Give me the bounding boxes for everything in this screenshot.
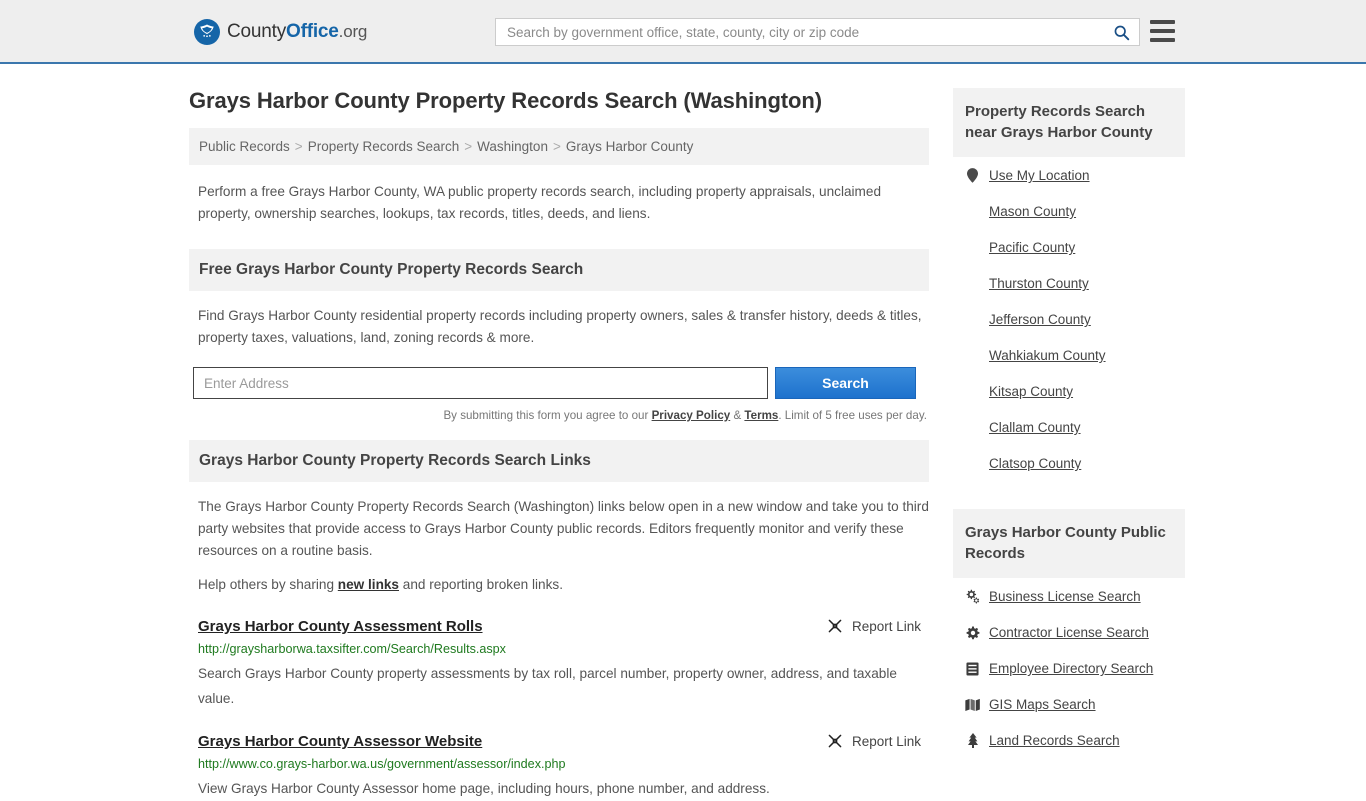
share-suffix: and reporting broken links. xyxy=(399,577,563,592)
record-link-description: Search Grays Harbor County property asse… xyxy=(198,666,897,706)
sidebar-public-records-heading: Grays Harbor County Public Records xyxy=(953,509,1185,578)
sidebar-item-label[interactable]: Pacific County xyxy=(989,240,1075,255)
hamburger-menu-icon[interactable] xyxy=(1150,20,1175,42)
address-search-form: Search xyxy=(193,367,929,399)
legal-suffix: . Limit of 5 free uses per day. xyxy=(778,409,927,422)
sidebar-item-jefferson-county[interactable]: Jefferson County xyxy=(965,301,1185,337)
page-body: Grays Harbor County Property Records Sea… xyxy=(0,64,1366,801)
record-link-description: View Grays Harbor County Assessor home p… xyxy=(198,781,770,796)
global-search-bar[interactable] xyxy=(495,18,1140,46)
sidebar-item-gis-maps-search[interactable]: GIS Maps Search xyxy=(965,686,1185,722)
free-search-description: Find Grays Harbor County residential pro… xyxy=(198,308,922,345)
sidebar-item-label[interactable]: Contractor License Search xyxy=(989,625,1149,640)
sidebar-item-kitsap-county[interactable]: Kitsap County xyxy=(965,373,1185,409)
logo-word-org: .org xyxy=(338,22,368,41)
site-logo-text: CountyOffice.org xyxy=(227,21,367,43)
sidebar-item-land-records-search[interactable]: Land Records Search xyxy=(965,722,1185,758)
map-pin-icon xyxy=(965,168,980,183)
sidebar-public-records-list: Business License Search Contractor Licen… xyxy=(953,578,1185,758)
sidebar-item-label[interactable]: Kitsap County xyxy=(989,384,1073,399)
sidebar-item-label[interactable]: Mason County xyxy=(989,204,1076,219)
sidebar-item-clatsop-county[interactable]: Clatsop County xyxy=(965,445,1185,481)
legal-prefix: By submitting this form you agree to our xyxy=(443,409,652,422)
sidebar-item-label[interactable]: Jefferson County xyxy=(989,312,1091,327)
site-header: CountyOffice.org xyxy=(0,0,1366,64)
sidebar-item-label[interactable]: Clatsop County xyxy=(989,456,1081,471)
page-title: Grays Harbor County Property Records Sea… xyxy=(189,88,822,113)
address-input[interactable] xyxy=(193,367,768,399)
broken-link-icon xyxy=(828,619,842,633)
sidebar-item-mason-county[interactable]: Mason County xyxy=(965,193,1185,229)
legal-amp: & xyxy=(730,409,745,422)
main-column: Grays Harbor County Property Records Sea… xyxy=(189,64,929,801)
share-prefix: Help others by sharing xyxy=(198,577,338,592)
record-link-url: http://graysharborwa.taxsifter.com/Searc… xyxy=(198,642,506,656)
sidebar-nearby-list: Use My Location Mason County Pacific Cou… xyxy=(953,157,1185,481)
new-links-link[interactable]: new links xyxy=(338,577,399,592)
sidebar-item-use-my-location[interactable]: Use My Location xyxy=(965,157,1185,193)
sidebar-item-label[interactable]: GIS Maps Search xyxy=(989,697,1096,712)
record-link-url: http://www.co.grays-harbor.wa.us/governm… xyxy=(198,757,566,771)
list-card-icon xyxy=(965,662,980,676)
search-links-heading: Grays Harbor County Property Records Sea… xyxy=(189,440,929,482)
site-logo[interactable]: CountyOffice.org xyxy=(194,19,367,45)
cogs-icon xyxy=(965,589,980,604)
sidebar-item-wahkiakum-county[interactable]: Wahkiakum County xyxy=(965,337,1185,373)
breadcrumb-separator: > xyxy=(294,139,303,154)
sidebar-nearby-heading: Property Records Search near Grays Harbo… xyxy=(953,88,1185,157)
report-link-button[interactable]: Report Link xyxy=(827,733,929,749)
list-item: Grays Harbor County Assessment Rolls Rep… xyxy=(189,596,929,711)
terms-link[interactable]: Terms xyxy=(744,409,778,422)
search-input[interactable] xyxy=(496,24,1103,40)
map-icon xyxy=(965,698,980,712)
report-link-label: Report Link xyxy=(851,733,921,749)
breadcrumb-separator: > xyxy=(464,139,473,154)
sidebar-item-contractor-license-search[interactable]: Contractor License Search xyxy=(965,614,1185,650)
address-search-button[interactable]: Search xyxy=(775,367,916,399)
page-intro-text: Perform a free Grays Harbor County, WA p… xyxy=(198,184,882,221)
report-link-label: Report Link xyxy=(851,618,921,634)
breadcrumb: Public Records > Property Records Search > W… xyxy=(189,128,929,165)
breadcrumb-item-grays-harbor-county[interactable]: Grays Harbor County xyxy=(566,139,694,154)
sidebar-item-clallam-county[interactable]: Clallam County xyxy=(965,409,1185,445)
sidebar-item-label[interactable]: Wahkiakum County xyxy=(989,348,1106,363)
sidebar-item-label[interactable]: Use My Location xyxy=(989,168,1090,183)
eagle-shield-logo-icon xyxy=(194,19,220,45)
sidebar-item-label[interactable]: Thurston County xyxy=(989,276,1089,291)
sidebar-item-label[interactable]: Business License Search xyxy=(989,589,1141,604)
share-links-text: Help others by sharing new links and rep… xyxy=(189,562,929,596)
search-links-description: The Grays Harbor County Property Records… xyxy=(198,499,929,558)
sidebar-item-label[interactable]: Employee Directory Search xyxy=(989,661,1153,676)
sidebar-item-label[interactable]: Clallam County xyxy=(989,420,1081,435)
sidebar-item-employee-directory-search[interactable]: Employee Directory Search xyxy=(965,650,1185,686)
cog-icon xyxy=(965,626,980,640)
search-submit-button[interactable] xyxy=(1103,19,1139,45)
record-link-title[interactable]: Grays Harbor County Assessment Rolls xyxy=(198,618,483,635)
search-icon xyxy=(1114,25,1129,40)
sidebar-item-label[interactable]: Land Records Search xyxy=(989,733,1120,748)
report-link-button[interactable]: Report Link xyxy=(827,618,929,634)
logo-word-office: Office xyxy=(286,21,339,42)
breadcrumb-item-property-records-search[interactable]: Property Records Search xyxy=(308,139,460,154)
form-legal-text: By submitting this form you agree to our… xyxy=(189,399,929,422)
list-item: Grays Harbor County Assessor Website Rep… xyxy=(189,711,929,801)
sidebar-item-business-license-search[interactable]: Business License Search xyxy=(965,578,1185,614)
tree-icon xyxy=(965,733,980,748)
breadcrumb-separator: > xyxy=(552,139,561,154)
record-link-title[interactable]: Grays Harbor County Assessor Website xyxy=(198,733,482,750)
breadcrumb-item-public-records[interactable]: Public Records xyxy=(199,139,290,154)
broken-link-icon xyxy=(828,734,842,748)
privacy-policy-link[interactable]: Privacy Policy xyxy=(652,409,731,422)
sidebar-item-thurston-county[interactable]: Thurston County xyxy=(965,265,1185,301)
sidebar: Property Records Search near Grays Harbo… xyxy=(953,64,1185,801)
sidebar-item-pacific-county[interactable]: Pacific County xyxy=(965,229,1185,265)
logo-word-county: County xyxy=(227,21,287,42)
free-search-heading: Free Grays Harbor County Property Record… xyxy=(189,249,929,291)
breadcrumb-item-washington[interactable]: Washington xyxy=(477,139,548,154)
